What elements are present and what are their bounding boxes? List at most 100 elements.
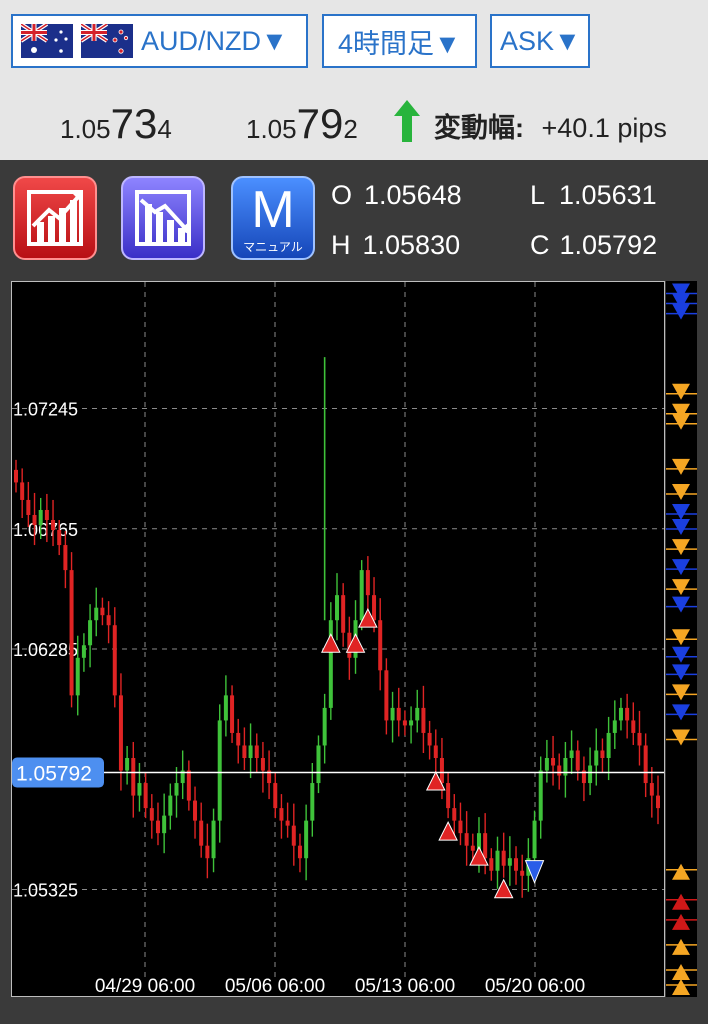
up-candle [359,570,364,621]
manual-sub-label: マニュアル [243,240,303,254]
alert-down-arrow-icon[interactable] [672,413,690,430]
alert-up-arrow-icon[interactable] [672,978,690,995]
x-tick-label: 04/29 06:00 [95,976,195,996]
up-candle [211,820,216,859]
alert-up-arrow-icon[interactable] [672,913,690,930]
trend-down-icon [135,190,191,246]
down-candle [402,720,407,726]
down-candle [20,482,25,500]
alert-down-arrow-icon[interactable] [672,559,690,576]
alert-down-arrow-icon[interactable] [672,303,690,320]
alert-down-arrow-icon[interactable] [672,579,690,596]
ohlc-close-label: C [530,230,550,260]
alert-down-arrow-icon[interactable] [672,383,690,400]
up-candle [588,765,593,784]
alert-down-arrow-icon[interactable] [672,629,690,646]
ohlc-open-label: O [331,180,353,210]
down-candle [193,800,198,821]
down-candle [372,595,377,621]
up-candle [569,750,574,758]
down-candle [520,870,525,876]
down-candle [446,783,451,809]
down-candle [143,783,148,809]
ohlc-high: H 1.05830 [331,230,460,261]
down-candle [57,530,62,546]
manual-mode-button[interactable]: M マニュアル [231,176,315,260]
current-price-label: 1.05792 [16,763,92,786]
australia-flag-icon [21,24,73,58]
down-candle [656,795,660,809]
down-candle [433,745,438,758]
up-candle [248,745,253,758]
ohlc-high-value: 1.05830 [362,230,461,260]
chart-area[interactable]: 1.07245 1.06765 1.06285 1.05325 1.05792 04/29… [11,281,665,997]
alert-up-arrow-icon[interactable] [672,863,690,880]
pair-selector[interactable]: AUD/NZD▼ [11,14,308,68]
timeframe-selector[interactable]: 4時間足▼ [322,14,477,68]
up-candle [125,758,130,771]
down-candle [155,820,160,834]
down-candle [600,750,605,758]
down-candle [273,783,278,809]
alert-up-arrow-icon[interactable] [672,893,690,910]
alert-down-arrow-icon[interactable] [672,664,690,681]
alert-down-arrow-icon[interactable] [672,596,690,613]
top-bar: AUD/NZD▼ 4時間足▼ ASK▼ 1.05734 1.05792 変動幅:… [0,0,708,160]
up-candle [316,745,321,784]
down-candle [551,758,556,766]
down-candle [230,695,235,733]
manual-letter: M [251,181,295,239]
alert-sidebar[interactable] [666,281,697,997]
alert-down-arrow-icon[interactable] [672,458,690,475]
down-candle [205,845,210,859]
up-candle [612,720,617,733]
down-candle [69,570,74,696]
indicator-chart-button[interactable] [121,176,205,260]
ohlc-open: O 1.05648 [331,180,462,211]
down-candle [384,670,389,721]
alert-down-arrow-icon[interactable] [672,483,690,500]
y-tick-label: 1.07245 [13,400,78,420]
side-selector[interactable]: ASK▼ [490,14,590,68]
down-candle [149,808,154,821]
alert-down-arrow-icon[interactable] [672,646,690,663]
down-candle [625,707,630,721]
down-candle [51,520,56,531]
up-candle [594,750,599,766]
ohlc-low-value: 1.05631 [559,180,657,210]
down-candle [483,833,488,859]
down-candle [643,745,648,784]
up-candle [390,707,395,721]
down-candle [458,820,463,834]
alert-up-arrow-icon[interactable] [672,963,690,980]
y-tick-label: 1.06285 [13,640,78,660]
alert-markers[interactable] [666,281,697,997]
up-candle [335,595,339,621]
new-zealand-flag-icon [81,24,133,58]
candlestick-chart[interactable]: 1.07245 1.06765 1.06285 1.05325 1.05792 04/29… [12,282,664,997]
ask-price-prefix: 1.05 [246,114,297,144]
alert-down-arrow-icon[interactable] [672,704,690,721]
up-candle [217,720,222,821]
alert-down-arrow-icon[interactable] [672,503,690,520]
alert-down-arrow-icon[interactable] [672,684,690,701]
down-candle [260,758,265,771]
alert-up-arrow-icon[interactable] [672,938,690,955]
x-tick-label: 05/20 06:00 [485,976,585,996]
alert-down-arrow-icon[interactable] [672,729,690,746]
down-candle [637,732,642,746]
trend-chart-button[interactable] [13,176,97,260]
down-candle [631,720,636,733]
down-candle [63,545,68,571]
bid-price-prefix: 1.05 [60,114,111,144]
up-candle [606,732,611,758]
down-candle [575,750,580,771]
up-candle [310,783,315,821]
alert-down-arrow-icon[interactable] [672,539,690,556]
range-label: 変動幅: [434,113,524,143]
alert-down-arrow-icon[interactable] [672,519,690,536]
x-tick-label: 05/13 06:00 [355,976,455,996]
up-candle [304,820,309,859]
down-candle [112,625,117,696]
up-candle [81,645,86,658]
